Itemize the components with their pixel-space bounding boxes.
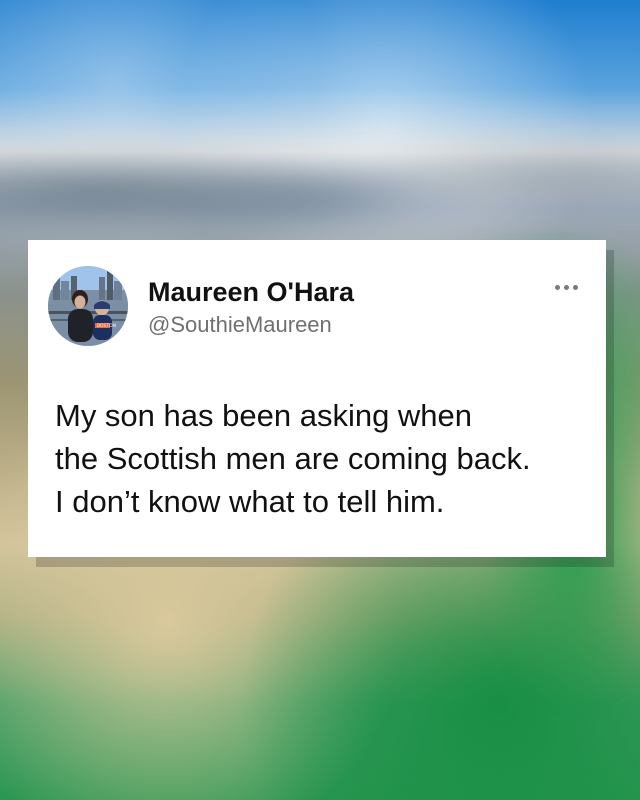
svg-text:BOSTON: BOSTON <box>97 323 116 329</box>
tweet-line: My son has been asking when <box>55 398 473 433</box>
tweet-line: I don’t know what to tell him. <box>55 484 445 519</box>
author-info: Maureen O'Hara @SouthieMaureen <box>148 277 354 337</box>
tweet-line: the Scottish men are coming back. <box>55 441 531 476</box>
profile-photo-icon: BOSTON <box>48 266 128 346</box>
tweet-header: BOSTON Maureen O'Hara @SouthieMaureen <box>48 264 584 350</box>
more-options-icon <box>572 284 578 290</box>
more-options-icon <box>554 284 560 290</box>
username-handle[interactable]: @SouthieMaureen <box>148 312 354 337</box>
more-options-icon <box>563 284 569 290</box>
avatar[interactable]: BOSTON <box>48 266 128 346</box>
more-options-button[interactable] <box>548 278 584 296</box>
tweet-card: BOSTON Maureen O'Hara @SouthieMaureen My… <box>28 240 606 557</box>
tweet-text: My son has been asking when the Scottish… <box>55 394 591 523</box>
display-name[interactable]: Maureen O'Hara <box>148 277 354 308</box>
